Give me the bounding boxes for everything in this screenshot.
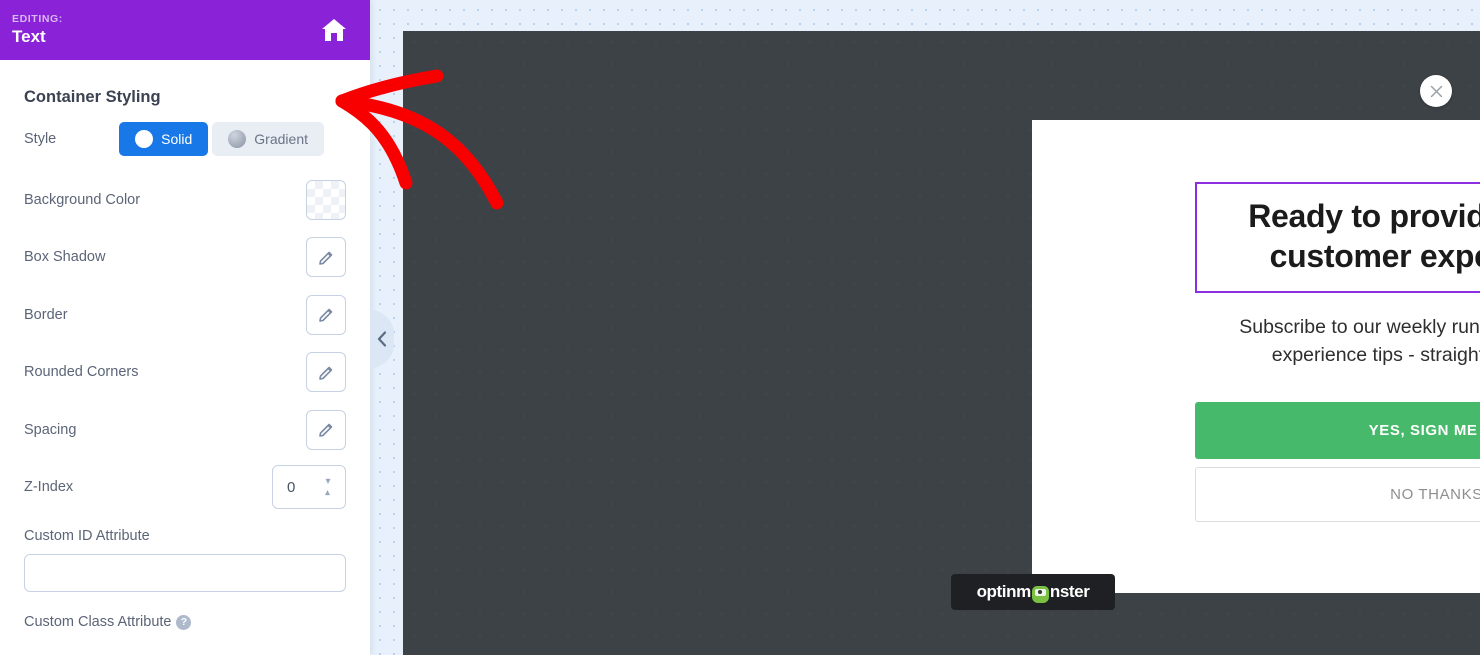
question-mark-icon[interactable]: ?: [176, 614, 192, 630]
campaign-canvas: Ready to provide a better customer exper…: [403, 31, 1480, 655]
pencil-icon: [318, 423, 332, 438]
editing-element-name: Text: [12, 27, 46, 47]
row-border: Border: [24, 286, 346, 344]
popup-subheadline: Subscribe to our weekly rundown of custo…: [1239, 315, 1480, 366]
settings-sidebar: EDITING: Text Container Styling Style So…: [0, 0, 370, 655]
stepper-arrows[interactable]: ▾ ▾: [317, 477, 339, 499]
home-icon[interactable]: [320, 17, 348, 43]
settings-list: Style Solid Gradient Background Color Bo…: [0, 107, 370, 640]
style-toggle-group: Solid Gradient: [119, 122, 324, 156]
cta-group: YES, SIGN ME UP NO THANKS: [1195, 402, 1480, 523]
box-shadow-edit-button[interactable]: [306, 237, 346, 278]
row-label-spacing: Spacing: [24, 421, 77, 438]
custom-id-label: Custom ID Attribute: [24, 528, 150, 544]
pencil-icon: [318, 366, 332, 380]
row-style: Style Solid Gradient: [24, 107, 346, 171]
chevron-left-icon: [377, 331, 387, 347]
row-label-background-color: Background Color: [24, 191, 141, 208]
style-option-solid-label: Solid: [161, 131, 193, 147]
style-option-solid[interactable]: Solid: [119, 122, 209, 156]
app-root: Ready to provide a better customer exper…: [0, 0, 1480, 655]
row-label-style: Style: [24, 131, 57, 147]
z-index-stepper[interactable]: 0 ▾ ▾: [272, 465, 346, 510]
secondary-cta-button[interactable]: NO THANKS: [1195, 467, 1480, 523]
background-color-swatch[interactable]: [306, 179, 346, 220]
gradient-swatch-icon: [228, 130, 247, 148]
row-box-shadow: Box Shadow: [24, 229, 346, 287]
popup-content: Ready to provide a better customer exper…: [1032, 120, 1480, 523]
popup-headline: Ready to provide a better customer exper…: [1248, 198, 1480, 275]
chevron-down-icon[interactable]: ▾: [325, 487, 330, 498]
chevron-up-icon[interactable]: ▾: [325, 477, 330, 487]
custom-class-label-text: Custom Class Attribute: [24, 614, 172, 630]
pencil-icon: [318, 308, 332, 323]
custom-id-input[interactable]: [24, 554, 346, 592]
row-label-border: Border: [24, 306, 68, 323]
editing-label: EDITING:: [12, 13, 63, 26]
row-background-color: Background Color: [24, 171, 346, 229]
popup-campaign: Ready to provide a better customer exper…: [1032, 120, 1480, 593]
z-index-value: 0: [287, 478, 296, 496]
row-label-rounded-corners: Rounded Corners: [24, 364, 139, 381]
optinmonster-badge[interactable]: optinm nster: [951, 574, 1115, 610]
editing-indicator: EDITING: Text: [12, 14, 63, 46]
row-z-index: Z-Index 0 ▾ ▾: [24, 459, 346, 517]
headline-block[interactable]: Ready to provide a better customer exper…: [1195, 182, 1480, 293]
monster-logo-icon: [1031, 585, 1049, 603]
row-label-box-shadow: Box Shadow: [24, 249, 106, 266]
close-icon[interactable]: [1420, 75, 1452, 107]
spacing-edit-button[interactable]: [306, 409, 346, 450]
style-option-gradient-label: Gradient: [254, 131, 308, 147]
page-title: Container Styling: [24, 88, 161, 106]
custom-class-label: Custom Class Attribute?: [24, 592, 346, 640]
rounded-corners-edit-button[interactable]: [306, 352, 346, 393]
border-edit-button[interactable]: [306, 294, 346, 335]
style-option-gradient[interactable]: Gradient: [212, 122, 324, 156]
logo-text-after: nster: [1049, 582, 1090, 601]
row-label-z-index: Z-Index: [24, 479, 74, 496]
logo-text-before: optinm: [976, 582, 1032, 601]
sidebar-header: EDITING: Text: [0, 0, 370, 60]
optinmonster-logo-text: optinm nster: [976, 582, 1090, 603]
row-spacing: Spacing: [24, 401, 346, 459]
primary-cta-button[interactable]: YES, SIGN ME UP: [1195, 402, 1480, 460]
pencil-icon: [318, 251, 332, 265]
row-rounded-corners: Rounded Corners: [24, 344, 346, 402]
solid-swatch-icon: [135, 130, 154, 148]
